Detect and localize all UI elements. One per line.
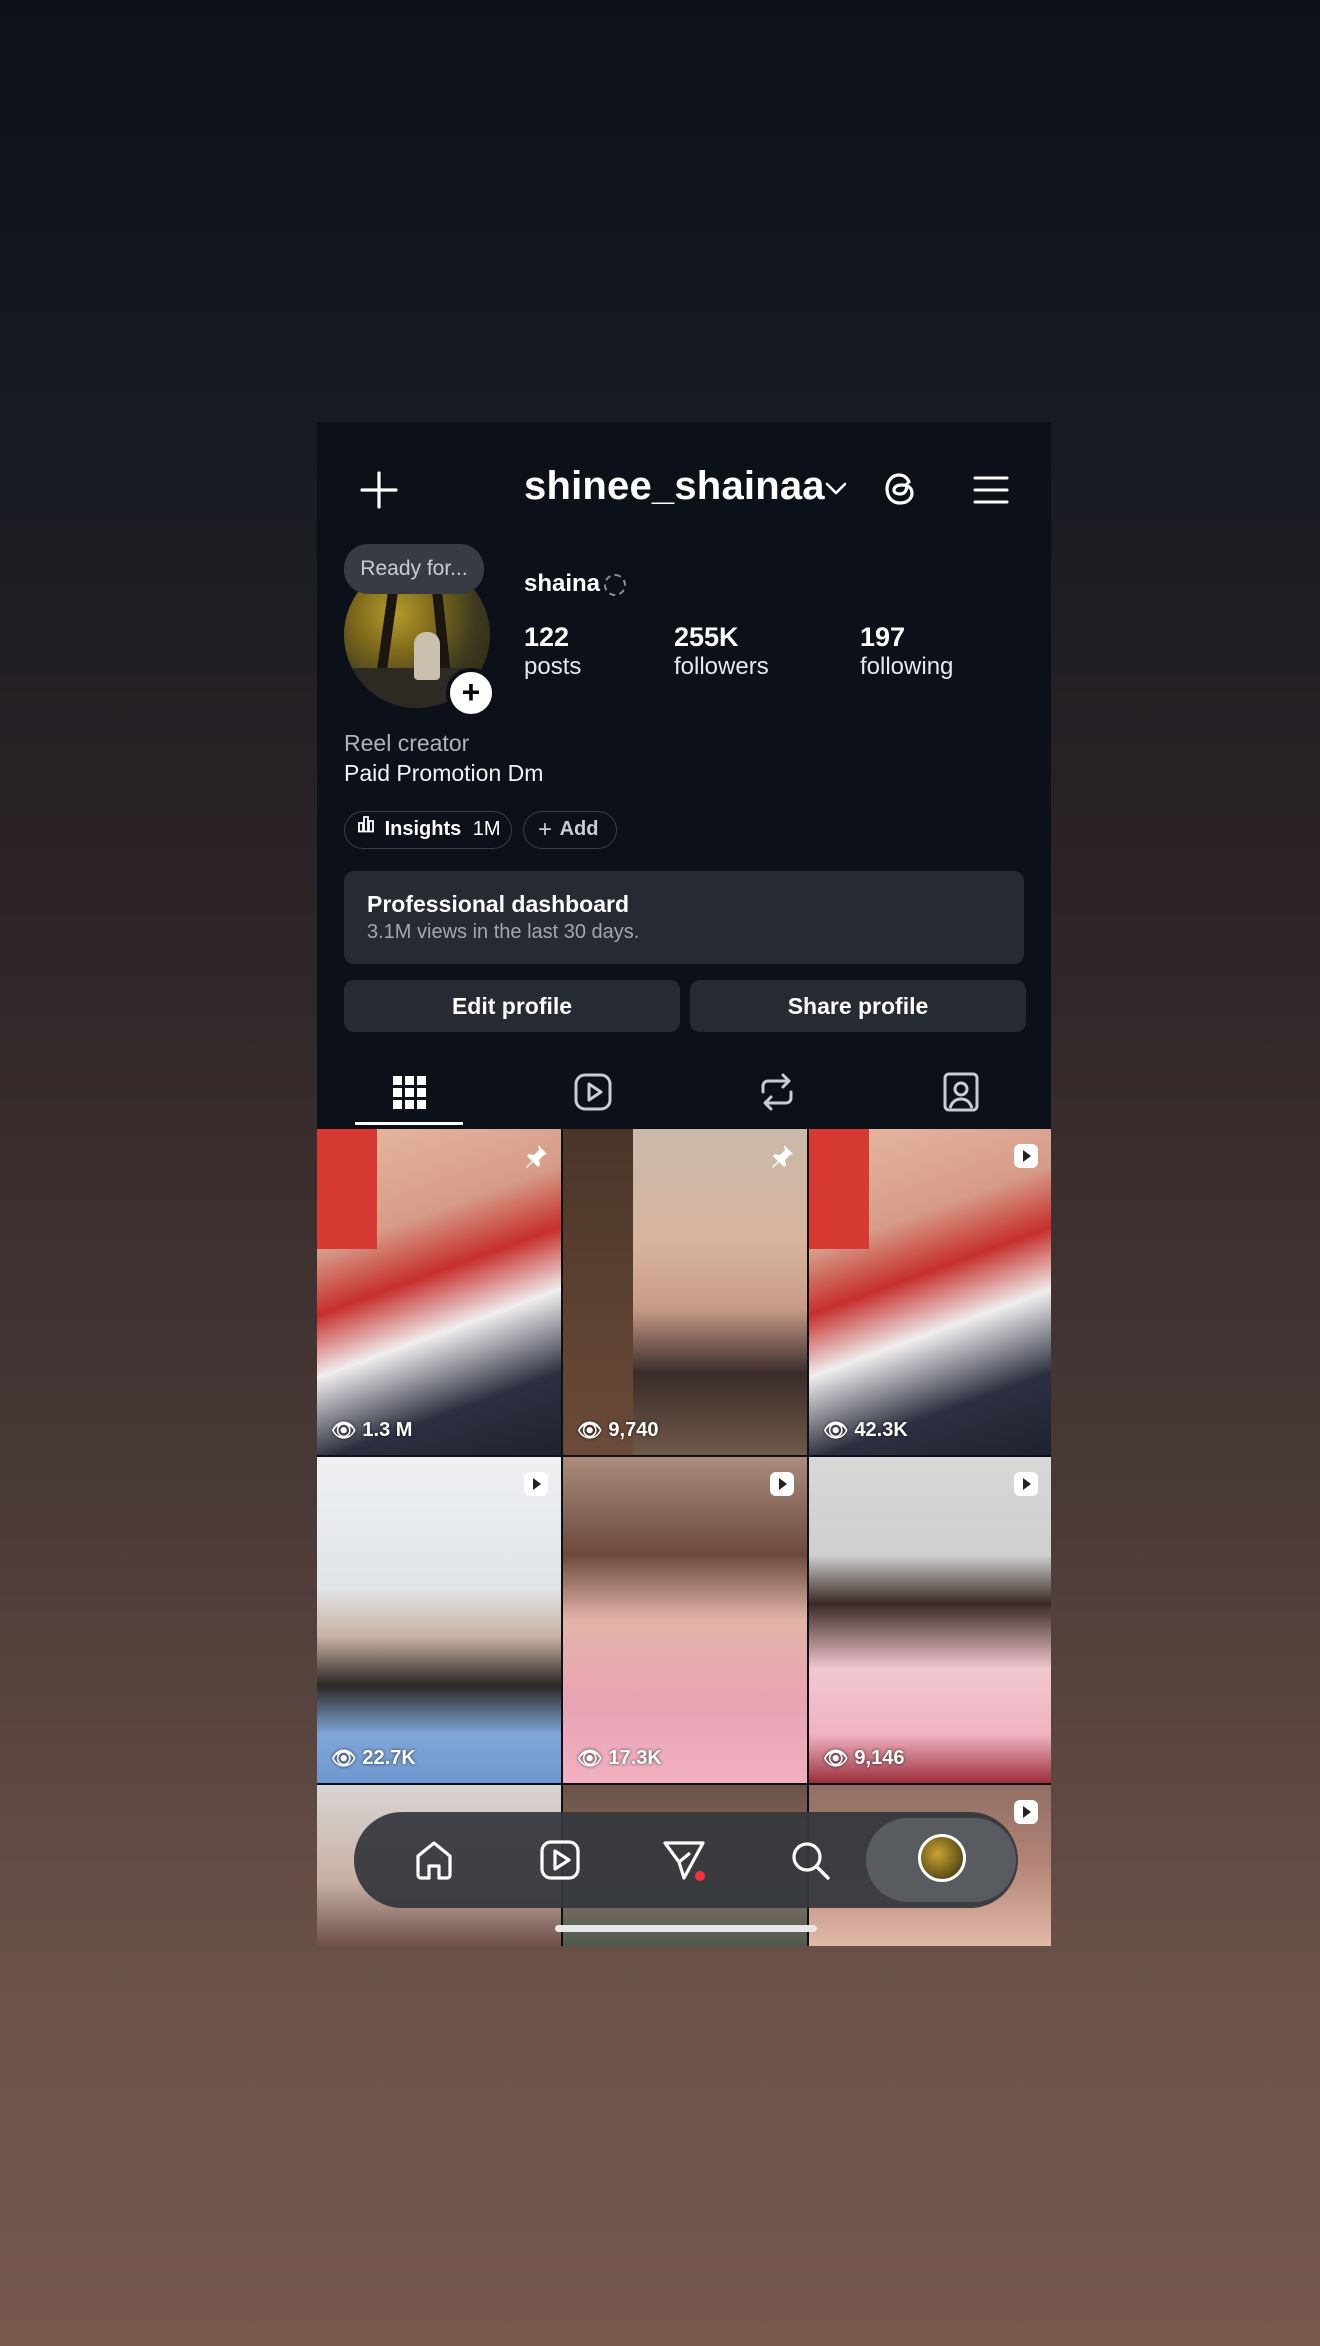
post-tile[interactable]: 👁 9,740 <box>563 1129 807 1455</box>
insights-label: Insights <box>384 818 462 840</box>
nav-reels-icon[interactable] <box>536 1836 584 1884</box>
reels-icon <box>574 1073 612 1111</box>
eye-icon: 👁 <box>823 1748 849 1770</box>
note-bubble[interactable]: Ready for... <box>344 544 484 594</box>
view-count-value: 22.7K <box>362 1747 416 1769</box>
view-count-value: 9,146 <box>854 1747 905 1769</box>
stat-label: following <box>860 653 954 680</box>
view-count-value: 9,740 <box>608 1419 659 1441</box>
stat-followers[interactable]: 255K followers <box>674 622 769 681</box>
stat-label: posts <box>524 653 582 680</box>
eye-icon: 👁 <box>577 1748 603 1770</box>
bio-category: Reel creator <box>344 730 470 756</box>
view-count: 👁 17.3K <box>577 1746 662 1771</box>
eye-icon: 👁 <box>331 1420 357 1442</box>
chevron-down-icon[interactable] <box>825 482 847 496</box>
view-count-value: 17.3K <box>608 1747 662 1769</box>
nav-profile-avatar[interactable] <box>918 1834 966 1882</box>
grid-icon <box>393 1076 426 1109</box>
post-tile[interactable]: 👁 42.3K <box>809 1129 1051 1455</box>
stat-label: followers <box>674 653 769 680</box>
view-count-value: 1.3 M <box>362 1419 413 1441</box>
stat-value: 255K <box>674 622 739 652</box>
pin-icon <box>523 1143 549 1169</box>
post-tile[interactable]: 👁 9,146 <box>809 1457 1051 1783</box>
home-indicator[interactable] <box>555 1925 817 1932</box>
post-tile[interactable]: 👁 1.3 M <box>317 1129 561 1455</box>
stat-posts[interactable]: 122 posts <box>524 622 581 681</box>
tab-grid[interactable] <box>379 1062 439 1122</box>
bar-chart-icon <box>357 810 375 845</box>
active-tab-indicator <box>355 1122 463 1125</box>
post-tile[interactable]: 👁 22.7K <box>317 1457 561 1783</box>
tagged-icon <box>943 1072 979 1112</box>
nav-home-icon[interactable] <box>410 1836 458 1884</box>
tab-reels[interactable] <box>563 1062 623 1122</box>
stat-following[interactable]: 197 following <box>860 622 953 681</box>
app-screen: shinee_shainaa Ready for... + shaina 122… <box>317 422 1051 1946</box>
add-label: Add <box>559 818 599 840</box>
threads-icon[interactable] <box>880 468 920 510</box>
view-count-value: 42.3K <box>854 1419 908 1441</box>
dashboard-subtitle: 3.1M views in the last 30 days. <box>367 921 640 943</box>
edit-profile-button[interactable]: Edit profile <box>344 980 680 1032</box>
insights-value: 1M <box>472 818 501 840</box>
pin-icon <box>769 1143 795 1169</box>
nav-search-icon[interactable] <box>786 1836 834 1884</box>
view-count: 👁 1.3 M <box>331 1418 412 1443</box>
view-count: 👁 22.7K <box>331 1746 416 1771</box>
eye-icon: 👁 <box>577 1420 603 1442</box>
tab-reposts[interactable] <box>747 1062 807 1122</box>
reel-icon <box>1013 1471 1039 1497</box>
reel-icon <box>1013 1143 1039 1169</box>
reposts-icon <box>761 1073 793 1111</box>
eye-icon: 👁 <box>823 1420 849 1442</box>
share-profile-button[interactable]: Share profile <box>690 980 1026 1032</box>
account-username[interactable]: shinee_shainaa <box>524 464 825 509</box>
stat-value: 197 <box>860 622 906 652</box>
eye-icon: 👁 <box>331 1748 357 1770</box>
professional-dashboard-card[interactable]: Professional dashboard 3.1M views in the… <box>344 871 1024 964</box>
nav-messages-icon[interactable] <box>660 1836 708 1884</box>
menu-hamburger-icon[interactable] <box>973 475 1009 505</box>
reel-icon <box>769 1471 795 1497</box>
display-name: shaina <box>524 570 601 597</box>
view-count: 👁 42.3K <box>823 1418 908 1443</box>
reel-icon <box>523 1471 549 1497</box>
bottom-navigation <box>354 1812 1018 1908</box>
view-count: 👁 9,740 <box>577 1418 658 1443</box>
bio-text: Paid Promotion Dm <box>344 760 544 786</box>
insights-chip[interactable]: Insights 1M <box>344 811 512 849</box>
add-story-plus-icon[interactable]: + <box>446 668 496 718</box>
plus-icon: + <box>538 816 553 843</box>
post-tile[interactable]: 👁 17.3K <box>563 1457 807 1783</box>
view-count: 👁 9,146 <box>823 1746 904 1771</box>
add-chip[interactable]: + Add <box>523 811 617 849</box>
stat-value: 122 <box>524 622 570 652</box>
reel-icon <box>1013 1799 1039 1825</box>
verified-badge-icon <box>604 574 626 596</box>
create-plus-icon[interactable] <box>359 470 399 510</box>
tab-tagged[interactable] <box>931 1062 991 1122</box>
dashboard-title: Professional dashboard <box>367 891 630 917</box>
